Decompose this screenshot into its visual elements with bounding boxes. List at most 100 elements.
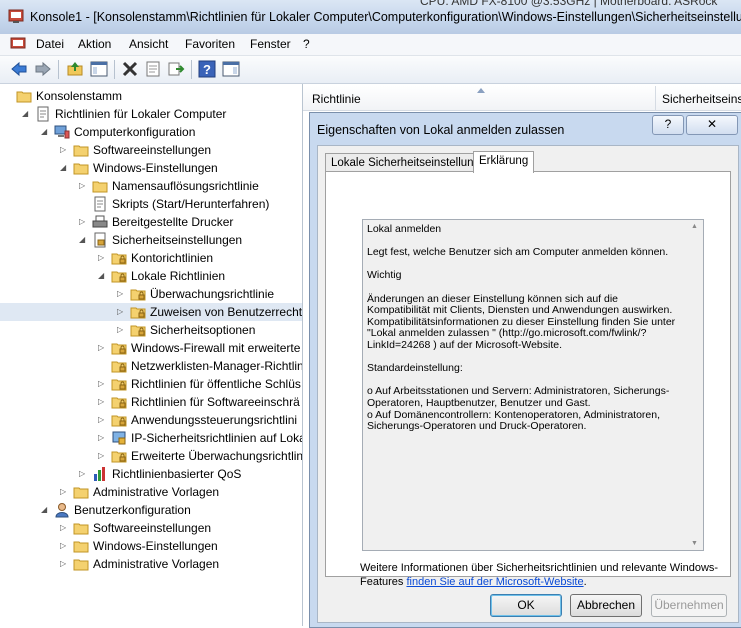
explain-important: Wichtig: [367, 269, 402, 282]
back-arrow-icon[interactable]: [10, 60, 28, 78]
tree-node-label: Administrative Vorlagen: [93, 485, 220, 499]
expand-arrow-icon[interactable]: ▷: [79, 181, 87, 190]
tree-node[interactable]: ▷ Bereitgestellte Drucker: [0, 213, 302, 231]
tree-node[interactable]: ▷ Zuweisen von Benutzerrecht: [0, 303, 302, 321]
collapse-arrow-icon[interactable]: ◢: [41, 127, 49, 136]
tree-node[interactable]: ◢ Windows-Einstellungen: [0, 159, 302, 177]
expand-arrow-icon[interactable]: ▷: [98, 451, 106, 460]
folder-lock-icon: [111, 250, 127, 266]
expand-arrow-icon[interactable]: ▷: [60, 145, 68, 154]
expand-arrow-icon[interactable]: ▷: [98, 343, 106, 352]
tree-node[interactable]: ▷ Softwareeinstellungen: [0, 519, 302, 537]
menu-favoriten[interactable]: Favoriten: [185, 37, 235, 51]
collapse-arrow-icon[interactable]: ◢: [22, 109, 30, 118]
tree-node-label: Netzwerklisten-Manager-Richtlin: [131, 359, 303, 373]
tree-node[interactable]: ▷ Sicherheitsoptionen: [0, 321, 302, 339]
tree-node-label: Administrative Vorlagen: [93, 557, 220, 571]
menu-fenster[interactable]: Fenster: [250, 37, 291, 51]
explain-summary: Legt fest, welche Benutzer sich am Compu…: [367, 246, 669, 259]
menu-datei[interactable]: Datei: [36, 37, 64, 51]
tree-node-label: Windows-Einstellungen: [93, 539, 218, 553]
expand-arrow-icon[interactable]: ▷: [60, 559, 68, 568]
folder-lock-icon: [111, 448, 127, 464]
explain-default-heading: Standardeinstellung:: [367, 362, 463, 375]
tree-node[interactable]: ◢ Computerkonfiguration: [0, 123, 302, 141]
tree-node[interactable]: ◢ Richtlinien für Lokaler Computer: [0, 105, 302, 123]
tree-node[interactable]: ▷ Kontorichtlinien: [0, 249, 302, 267]
show-hide-tree-icon[interactable]: [90, 60, 108, 78]
ok-button[interactable]: OK: [490, 594, 562, 617]
folder-lock-icon: [130, 322, 146, 338]
tree-node[interactable]: ▷ Softwareeinstellungen: [0, 141, 302, 159]
tree-node[interactable]: Konsolenstamm: [0, 87, 302, 105]
delete-x-icon[interactable]: [121, 60, 139, 78]
menu-aktion[interactable]: Aktion: [78, 37, 111, 51]
tree-node[interactable]: ▷ Richtlinienbasierter QoS: [0, 465, 302, 483]
expand-arrow-icon[interactable]: ▷: [79, 469, 87, 478]
column-header-sicherheitseinstellung[interactable]: Sicherheitseinst: [662, 92, 741, 106]
expand-arrow-icon[interactable]: ▷: [98, 253, 106, 262]
collapse-arrow-icon[interactable]: ◢: [79, 235, 87, 244]
explanation-text: Lokal anmelden Legt fest, welche Benutze…: [367, 223, 683, 444]
export-list-icon[interactable]: [167, 60, 185, 78]
tree-node[interactable]: ▷ Überwachungsrichtlinie: [0, 285, 302, 303]
properties-icon[interactable]: [144, 60, 162, 78]
dialog-help-button[interactable]: ?: [652, 115, 684, 135]
console-menu-icon[interactable]: [10, 37, 26, 51]
folder-lock-icon: [111, 376, 127, 392]
expand-arrow-icon[interactable]: ▷: [117, 325, 125, 334]
expand-arrow-icon[interactable]: ▷: [60, 541, 68, 550]
collapse-arrow-icon[interactable]: ◢: [41, 505, 49, 514]
column-header-richtlinie[interactable]: Richtlinie: [312, 92, 361, 106]
help-icon[interactable]: ?: [198, 60, 216, 78]
tab-lokale-sicherheitseinstellung[interactable]: Lokale Sicherheitseinstellung: [325, 153, 486, 173]
tree-node[interactable]: ▷ Namensauflösungsrichtlinie: [0, 177, 302, 195]
collapse-arrow-icon[interactable]: ◢: [98, 271, 106, 280]
expand-arrow-icon[interactable]: ▷: [98, 415, 106, 424]
menu-help[interactable]: ?: [303, 37, 310, 51]
expand-arrow-icon[interactable]: ▷: [60, 523, 68, 532]
dialog-close-button[interactable]: ✕: [686, 115, 738, 135]
tree-node[interactable]: ◢ Sicherheitseinstellungen: [0, 231, 302, 249]
folder-lock-icon: [111, 412, 127, 428]
apply-button[interactable]: Übernehmen: [651, 594, 727, 617]
tree-node-label: Computerkonfiguration: [74, 125, 196, 139]
tree-node[interactable]: ▷ Administrative Vorlagen: [0, 555, 302, 573]
toolbar: ?: [0, 56, 741, 84]
tree-node[interactable]: ◢ Lokale Richtlinien: [0, 267, 302, 285]
explanation-textbox[interactable]: Lokal anmelden Legt fest, welche Benutze…: [362, 219, 704, 551]
tree-node[interactable]: Skripts (Start/Herunterfahren): [0, 195, 302, 213]
tree-node[interactable]: Netzwerklisten-Manager-Richtlin: [0, 357, 302, 375]
expand-arrow-icon[interactable]: ▷: [79, 217, 87, 226]
expand-arrow-icon[interactable]: ▷: [117, 307, 125, 316]
tree-node[interactable]: ▷ Anwendungssteuerungsrichtlini: [0, 411, 302, 429]
expand-arrow-icon[interactable]: ▷: [117, 289, 125, 298]
tree-node-label: Anwendungssteuerungsrichtlini: [131, 413, 298, 427]
policy-doc-icon: [35, 106, 51, 122]
expand-arrow-icon[interactable]: ▷: [60, 487, 68, 496]
tree-node[interactable]: ▷ Richtlinien für Softwareeinschrä: [0, 393, 302, 411]
menu-ansicht[interactable]: Ansicht: [129, 37, 168, 51]
tree-node[interactable]: ▷ Richtlinien für öffentliche Schlüs: [0, 375, 302, 393]
script-icon: [92, 196, 108, 212]
tree-node[interactable]: ▷ Administrative Vorlagen: [0, 483, 302, 501]
tree-node[interactable]: ▷ Windows-Firewall mit erweiterte: [0, 339, 302, 357]
tree-node[interactable]: ▷ IP-Sicherheitsrichtlinien auf Loka: [0, 429, 302, 447]
scroll-down-icon[interactable]: ▼: [691, 540, 698, 547]
collapse-arrow-icon[interactable]: ◢: [60, 163, 68, 172]
tree-node[interactable]: ▷ Erweiterte Überwachungsrichtlin: [0, 447, 302, 465]
tree-node[interactable]: ▷ Windows-Einstellungen: [0, 537, 302, 555]
mmc-console-icon: [8, 9, 24, 23]
textbox-scrollbar[interactable]: ▲ ▼: [687, 220, 703, 550]
up-folder-icon[interactable]: [66, 60, 84, 78]
cancel-button[interactable]: Abbrechen: [570, 594, 642, 617]
expand-arrow-icon[interactable]: ▷: [98, 433, 106, 442]
expand-arrow-icon[interactable]: ▷: [98, 397, 106, 406]
show-action-pane-icon[interactable]: [222, 60, 240, 78]
expand-arrow-icon[interactable]: ▷: [98, 379, 106, 388]
tree-node[interactable]: ◢ Benutzerkonfiguration: [0, 501, 302, 519]
tab-erklaerung[interactable]: Erklärung: [473, 151, 535, 173]
microsoft-website-link[interactable]: finden Sie auf der Microsoft-Website: [406, 576, 583, 588]
forward-arrow-icon[interactable]: [34, 60, 52, 78]
scroll-up-icon[interactable]: ▲: [691, 223, 698, 230]
